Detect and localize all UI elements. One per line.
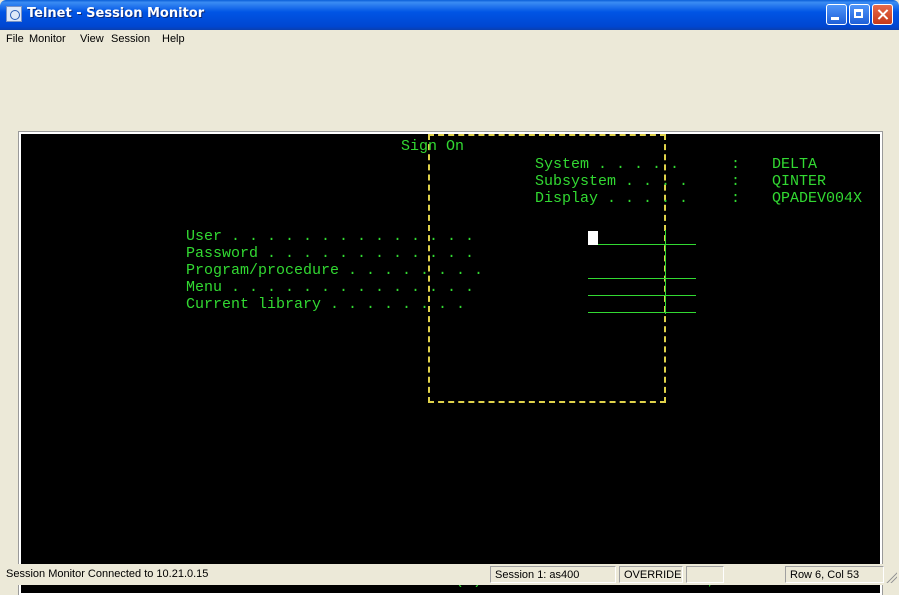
- close-button[interactable]: [872, 4, 893, 25]
- client-area: Sign On System . . . . . : DELTA Subsyst…: [0, 50, 899, 595]
- library-label: Current library . . . . . . . .: [186, 296, 466, 313]
- text-cursor: [588, 231, 598, 245]
- status-spacer: [727, 566, 782, 583]
- column-marker: [665, 230, 666, 314]
- menu-bar: File Monitor View Session Help: [0, 30, 899, 50]
- program-field[interactable]: [588, 278, 696, 279]
- menu-field[interactable]: [588, 295, 696, 296]
- user-label: User . . . . . . . . . . . . . .: [186, 228, 475, 245]
- library-field[interactable]: [588, 312, 696, 313]
- status-session: Session 1: as400: [490, 566, 616, 583]
- menu-view[interactable]: View: [80, 33, 104, 45]
- terminal-screen[interactable]: Sign On System . . . . . : DELTA Subsyst…: [19, 132, 882, 595]
- menu-label: Menu . . . . . . . . . . . . . .: [186, 279, 475, 296]
- maximize-button[interactable]: [849, 4, 870, 25]
- status-connection: Session Monitor Connected to 10.21.0.15: [6, 568, 209, 580]
- screen-heading: Sign On: [401, 138, 465, 155]
- minimize-button[interactable]: [826, 4, 847, 25]
- user-field[interactable]: [598, 244, 696, 245]
- status-position: Row 6, Col 53: [785, 566, 884, 583]
- password-label: Password . . . . . . . . . . . .: [186, 245, 475, 262]
- display-value: QPADEV004X: [772, 190, 863, 207]
- display-sep: :: [731, 190, 741, 207]
- menu-file[interactable]: File: [6, 33, 24, 45]
- menu-help[interactable]: Help: [162, 33, 185, 45]
- status-bar: Session Monitor Connected to 10.21.0.15 …: [0, 564, 899, 585]
- system-value: DELTA: [772, 156, 818, 173]
- status-mode: OVERRIDE: [619, 566, 683, 583]
- system-label: System . . . . .: [535, 156, 680, 173]
- subsystem-label: Subsystem . . . .: [535, 173, 689, 190]
- app-icon[interactable]: [6, 6, 22, 22]
- title-bar[interactable]: Telnet - Session Monitor: [0, 0, 899, 30]
- menu-session[interactable]: Session: [111, 33, 150, 45]
- menu-monitor[interactable]: Monitor: [29, 33, 66, 45]
- program-label: Program/procedure . . . . . . . .: [186, 262, 484, 279]
- status-blank: [686, 566, 724, 583]
- system-sep: :: [731, 156, 741, 173]
- subsystem-value: QINTER: [772, 173, 827, 190]
- display-label: Display . . . . .: [535, 190, 689, 207]
- subsystem-sep: :: [731, 173, 741, 190]
- resize-grip[interactable]: [885, 571, 897, 583]
- window-title: Telnet - Session Monitor: [27, 6, 205, 21]
